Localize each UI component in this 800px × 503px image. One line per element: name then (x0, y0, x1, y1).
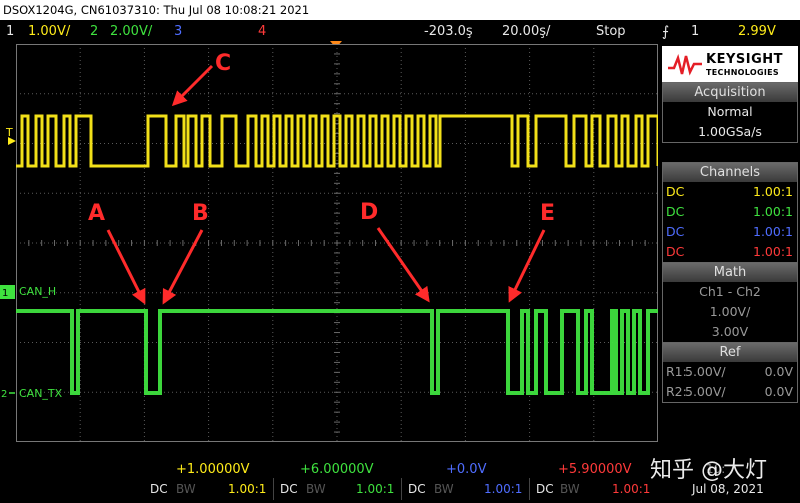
math-expression: Ch1 - Ch2 (699, 284, 761, 299)
channel-ratio: 1.00:1 (753, 244, 793, 259)
annotation-arrow (171, 64, 214, 107)
ch3-offset[interactable]: +0.0V (446, 462, 486, 477)
ch1-probe: 1.00:1 (228, 482, 267, 496)
ch2-probe: 1.00:1 (356, 482, 395, 496)
ch2-number[interactable]: 2 (90, 20, 98, 44)
channel-coupling: DC (666, 204, 685, 219)
annotation-label: E (540, 201, 555, 226)
channel-coupling: DC (666, 244, 685, 259)
trigger-edge-icon: ⨍ (662, 24, 670, 40)
trigger-channel[interactable]: 1 (691, 20, 699, 44)
ch1-scale[interactable]: 1.00V/ (28, 20, 70, 44)
ref-section[interactable]: Ref R1: 5.00V/0.0V R2: 5.00V/0.0V (662, 342, 798, 403)
channel-coupling: DC (666, 224, 685, 239)
channel-row-3[interactable]: DC 1.00:1 (663, 222, 797, 242)
ch4-offset[interactable]: +5.90000V (558, 462, 632, 477)
ch3-probe: 1.00:1 (484, 482, 523, 496)
math-scale: 1.00V/ (709, 304, 751, 319)
ref-name: R2: (666, 384, 687, 399)
svg-text:1: 1 (2, 288, 8, 299)
brand-sub: TECHNOLOGIES (706, 68, 779, 77)
waveform-display[interactable]: A B C D E (16, 44, 658, 442)
channel-row-4[interactable]: DC 1.00:1 (663, 242, 797, 262)
channel-ratio: 1.00:1 (753, 224, 793, 239)
can-tx-label: CAN_TX (19, 387, 63, 400)
math-header: Math (663, 263, 797, 282)
ch4-coupling: DC (536, 482, 554, 496)
annotation-arrow (376, 227, 430, 303)
ref-header: Ref (663, 343, 797, 362)
annotation-arrow (508, 229, 546, 303)
trigger-level-icon (8, 137, 16, 145)
ch2-scale[interactable]: 2.00V/ (110, 20, 152, 44)
ch3-bw: BW (434, 482, 454, 496)
annotation-label: D (360, 200, 378, 225)
keysight-logo: KEYSIGHT TECHNOLOGIES (662, 46, 798, 84)
ref-offset: 0.0V (764, 364, 793, 379)
svg-text:2: 2 (1, 389, 7, 400)
window-title: DSOX1204G, CN61037310: Thu Jul 08 10:08:… (0, 0, 800, 20)
acquisition-section[interactable]: Acquisition Normal 1.00GSa/s (662, 82, 798, 143)
trigger-level[interactable]: 2.99V (738, 20, 776, 44)
ref-scale: 5.00V/ (685, 384, 726, 399)
can-h-label: CAN_H (19, 285, 57, 298)
ref-row-2[interactable]: R2: 5.00V/0.0V (663, 382, 797, 402)
channel-row-1[interactable]: DC 1.00:1 (663, 182, 797, 202)
annotation-label: A (88, 201, 105, 226)
watermark: 知乎 @大灯 (650, 458, 767, 483)
status-bar: 1 1.00V/ 2 2.00V/ 3 4 -203.0ş 20.00ş/ St… (0, 20, 800, 44)
ch4-bw: BW (560, 482, 580, 496)
channel-coupling: DC (666, 184, 685, 199)
side-panel: KEYSIGHT TECHNOLOGIES Acquisition Normal… (660, 44, 800, 442)
ref-offset: 0.0V (764, 384, 793, 399)
clock-date: Jul 08, 2021 (692, 482, 764, 496)
ch2-offset-icon[interactable]: 2 (0, 385, 16, 401)
channel-ratio: 1.00:1 (753, 204, 793, 219)
ch3-coupling: DC (408, 482, 426, 496)
ch1-offset[interactable]: +1.00000V (176, 462, 250, 477)
ch2-bw: BW (306, 482, 326, 496)
brand-name: KEYSIGHT (706, 52, 783, 67)
math-section[interactable]: Math Ch1 - Ch2 1.00V/ 3.00V (662, 262, 798, 343)
annotation-label: B (192, 201, 209, 226)
ref-scale: 5.00V/ (685, 364, 726, 379)
ref-row-1[interactable]: R1: 5.00V/0.0V (663, 362, 797, 382)
annotation-arrow (106, 229, 146, 305)
acquisition-mode: Normal (707, 104, 753, 119)
ch1-bw: BW (176, 482, 196, 496)
channels-header: Channels (663, 163, 797, 182)
timebase-scale[interactable]: 20.00ş/ (502, 20, 550, 44)
run-state[interactable]: Stop (596, 20, 626, 44)
ch4-probe: 1.00:1 (612, 482, 651, 496)
ch4-number[interactable]: 4 (258, 20, 266, 44)
channel-ratio: 1.00:1 (753, 184, 793, 199)
ch2-offset[interactable]: +6.00000V (300, 462, 374, 477)
ch1-number[interactable]: 1 (6, 20, 14, 44)
ch3-number[interactable]: 3 (174, 20, 182, 44)
ch1-coupling: DC (150, 482, 168, 496)
keysight-wave-icon (668, 54, 702, 76)
acquisition-rate: 1.00GSa/s (698, 124, 762, 139)
annotation-label: C (215, 51, 231, 76)
channel-row-2[interactable]: DC 1.00:1 (663, 202, 797, 222)
ref-name: R1: (666, 364, 687, 379)
ch2-ground-icon[interactable]: 1 (0, 284, 16, 300)
acquisition-header: Acquisition (663, 83, 797, 102)
math-offset: 3.00V (711, 324, 749, 339)
channels-section[interactable]: Channels DC 1.00:1 DC 1.00:1 DC 1.00:1 DC 1.00:… (662, 162, 798, 263)
trigger-delay[interactable]: -203.0ş (424, 20, 473, 44)
ch2-coupling: DC (280, 482, 298, 496)
